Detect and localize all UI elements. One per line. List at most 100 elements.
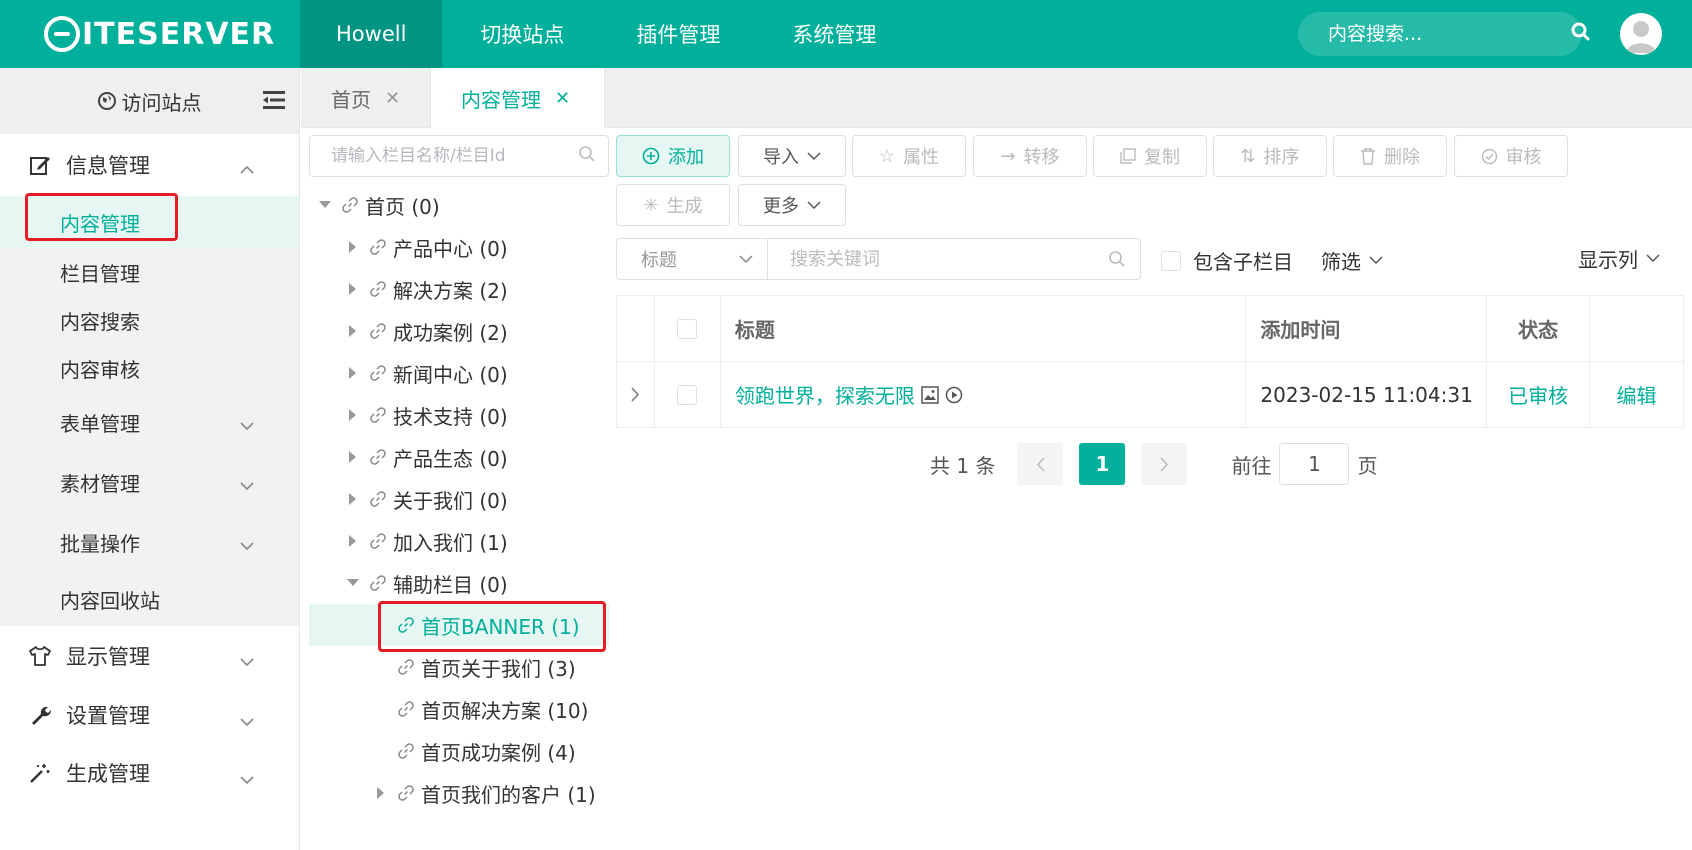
sidebar-item-recycle-bin[interactable]: 内容回收站	[0, 572, 299, 626]
caret-right-icon[interactable]	[343, 493, 363, 505]
menu-generate-management[interactable]: 生成管理	[0, 744, 299, 802]
nav-plugins[interactable]: 插件管理	[600, 0, 756, 68]
tree-node-solutions[interactable]: 解决方案 (2)	[309, 268, 609, 310]
import-button-label: 导入	[763, 147, 799, 168]
move-button[interactable]: → 转移	[973, 135, 1087, 177]
select-all-checkbox[interactable]	[677, 318, 698, 339]
user-avatar[interactable]	[1620, 13, 1662, 55]
visit-site-link[interactable]: 访问站点	[122, 87, 202, 116]
shirt-icon	[28, 644, 52, 668]
form-management-label: 表单管理	[60, 411, 140, 436]
menu-fold-icon[interactable]	[263, 90, 285, 115]
link-icon	[397, 742, 415, 760]
tree-node-label: 首页 (0)	[365, 194, 440, 219]
delete-button[interactable]: 删除	[1333, 135, 1447, 177]
copy-button-label: 复制	[1144, 147, 1180, 168]
tree-node-home-clients[interactable]: 首页我们的客户 (1)	[309, 772, 609, 814]
caret-down-icon[interactable]	[343, 579, 363, 587]
tree-node-label: 成功案例 (2)	[393, 320, 508, 345]
filter-dropdown[interactable]: 筛选	[1321, 246, 1383, 275]
show-columns-dropdown[interactable]: 显示列	[1578, 244, 1660, 273]
filter-dropdown-label: 筛选	[1321, 250, 1361, 274]
tree-node-products[interactable]: 产品中心 (0)	[309, 226, 609, 268]
menu-info-management[interactable]: 信息管理	[0, 134, 299, 196]
column-header-add-time[interactable]: 添加时间	[1246, 296, 1488, 361]
row-expand-button[interactable]	[617, 362, 655, 427]
tree-node-ecosystem[interactable]: 产品生态 (0)	[309, 436, 609, 478]
close-icon[interactable]: ✕	[385, 88, 400, 109]
tab-home[interactable]: 首页 ✕	[301, 68, 431, 128]
content-search-input[interactable]	[1328, 23, 1571, 45]
sidebar-item-content-management[interactable]: 内容管理	[0, 196, 299, 248]
tree-node-home-banner[interactable]: 首页BANNER (1)	[309, 604, 609, 646]
sidebar-item-content-review[interactable]: 内容审核	[0, 344, 299, 392]
status-reviewed-link[interactable]: 已审核	[1508, 380, 1568, 409]
row-checkbox[interactable]	[677, 384, 698, 405]
show-columns-label: 显示列	[1578, 248, 1638, 272]
tree-node-support[interactable]: 技术支持 (0)	[309, 394, 609, 436]
close-icon[interactable]: ✕	[555, 88, 570, 109]
generate-button[interactable]: ✳ 生成	[616, 184, 730, 226]
menu-display-management[interactable]: 显示管理	[0, 626, 299, 686]
nav-site-howell[interactable]: Howell	[300, 0, 443, 68]
sidebar-item-material-management[interactable]: 素材管理	[0, 452, 299, 512]
caret-right-icon[interactable]	[343, 535, 363, 547]
select-all-cell	[655, 296, 721, 361]
sidebar-item-form-management[interactable]: 表单管理	[0, 392, 299, 452]
siteserver-logo[interactable]: ITESERVER	[44, 14, 275, 54]
copy-button[interactable]: 复制	[1093, 135, 1207, 177]
tree-node-home-solutions[interactable]: 首页解决方案 (10)	[309, 688, 609, 730]
attributes-button[interactable]: ☆ 属性	[852, 135, 966, 177]
caret-right-icon[interactable]	[343, 451, 363, 463]
search-icon[interactable]	[1571, 22, 1591, 46]
chevron-down-icon	[739, 254, 753, 264]
add-button[interactable]: 添加	[616, 135, 730, 177]
tree-node-news[interactable]: 新闻中心 (0)	[309, 352, 609, 394]
tree-node-home-about[interactable]: 首页关于我们 (3)	[309, 646, 609, 688]
import-button[interactable]: 导入	[738, 135, 846, 177]
caret-right-icon[interactable]	[371, 787, 391, 799]
keyword-input[interactable]	[790, 248, 1108, 270]
caret-right-icon[interactable]	[343, 241, 363, 253]
tree-node-auxiliary[interactable]: 辅助栏目 (0)	[309, 562, 609, 604]
sort-button[interactable]: ⇅ 排序	[1213, 135, 1327, 177]
nav-system[interactable]: 系统管理	[756, 0, 912, 68]
column-header-title[interactable]: 标题	[721, 296, 1247, 361]
chevron-down-icon	[239, 708, 255, 732]
caret-right-icon[interactable]	[343, 367, 363, 379]
tab-content-management[interactable]: 内容管理 ✕	[431, 68, 605, 128]
sidebar-item-content-search[interactable]: 内容搜索	[0, 296, 299, 344]
page-number-current[interactable]: 1	[1079, 443, 1126, 485]
more-button[interactable]: 更多	[738, 184, 846, 226]
caret-right-icon[interactable]	[343, 283, 363, 295]
nav-switch-site[interactable]: 切换站点	[442, 0, 600, 68]
edit-link[interactable]: 编辑	[1617, 380, 1657, 409]
include-children-checkbox[interactable]	[1161, 250, 1181, 271]
review-button[interactable]: 审核	[1454, 135, 1568, 177]
column-header-status[interactable]: 状态	[1487, 296, 1591, 361]
expand-column-header	[617, 296, 655, 361]
prev-page-button[interactable]	[1017, 443, 1064, 485]
tree-node-join[interactable]: 加入我们 (1)	[309, 520, 609, 562]
sidebar-item-batch-operations[interactable]: 批量操作	[0, 512, 299, 572]
caret-right-icon[interactable]	[343, 325, 363, 337]
tree-node-cases[interactable]: 成功案例 (2)	[309, 310, 609, 352]
next-page-button[interactable]	[1141, 443, 1188, 485]
pagination: 共 1 条 1 前往 页	[930, 443, 1377, 485]
search-icon[interactable]	[578, 145, 596, 167]
tree-node-home-cases[interactable]: 首页成功案例 (4)	[309, 730, 609, 772]
caret-right-icon[interactable]	[343, 409, 363, 421]
channel-search-input[interactable]	[331, 146, 578, 166]
sidebar-item-channel-management[interactable]: 栏目管理	[0, 248, 299, 296]
include-children-option[interactable]: 包含子栏目	[1161, 246, 1293, 275]
search-field-select[interactable]: 标题	[617, 239, 768, 279]
review-button-label: 审核	[1505, 147, 1542, 168]
caret-down-icon[interactable]	[315, 201, 335, 209]
search-icon[interactable]	[1108, 250, 1126, 268]
tree-node-label: 技术支持 (0)	[393, 404, 508, 429]
goto-page-input[interactable]	[1279, 443, 1350, 485]
tree-node-home[interactable]: 首页 (0)	[309, 184, 609, 226]
tree-node-about[interactable]: 关于我们 (0)	[309, 478, 609, 520]
menu-settings-management[interactable]: 设置管理	[0, 686, 299, 744]
content-title-link[interactable]: 领跑世界，探索无限	[735, 380, 915, 409]
